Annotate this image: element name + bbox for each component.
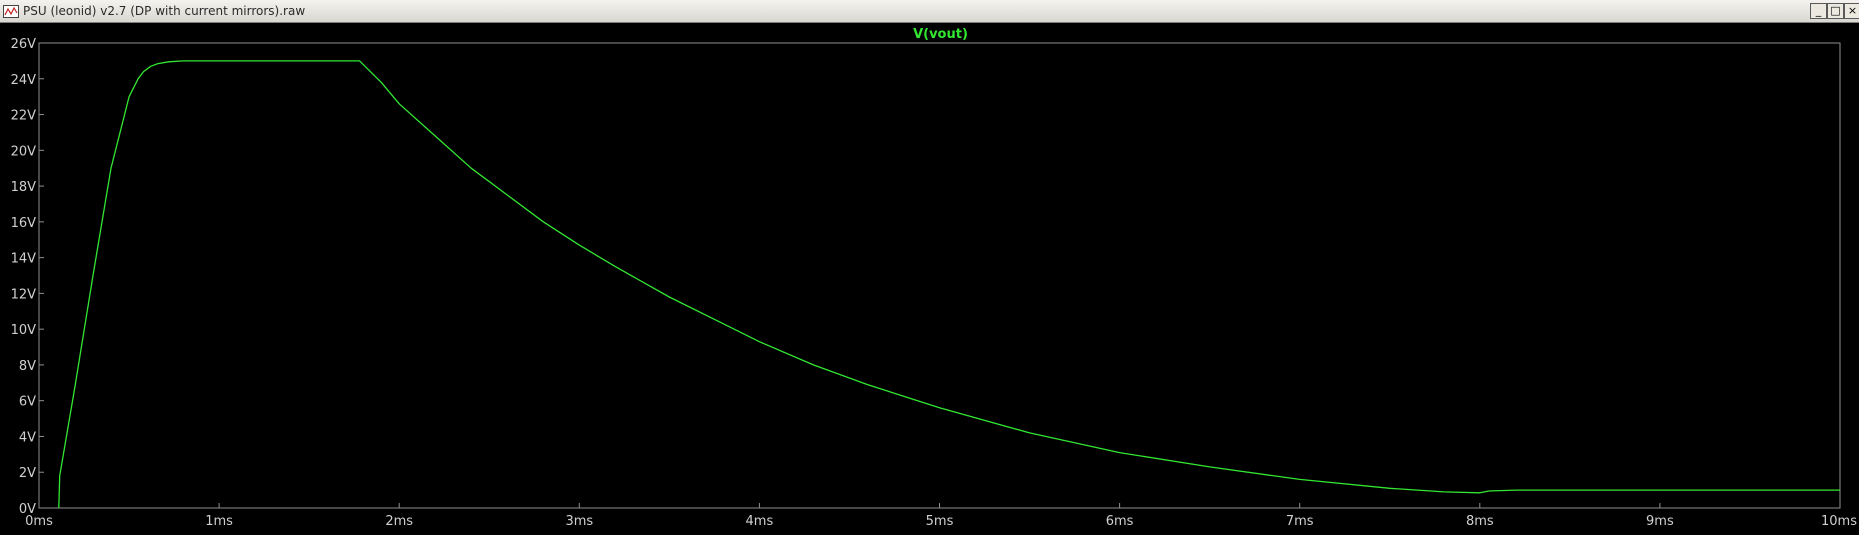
waveform-window: PSU (leonid) v2.7 (DP with current mirro… <box>0 0 1859 535</box>
x-tick-label: 5ms <box>926 514 954 529</box>
x-tick-label: 4ms <box>746 514 774 529</box>
maximize-button[interactable]: □ <box>1827 3 1844 19</box>
y-tick-label: 24V <box>11 73 37 88</box>
y-tick-label: 16V <box>11 216 37 231</box>
x-tick-label: 6ms <box>1106 514 1134 529</box>
x-tick-label: 1ms <box>205 514 233 529</box>
y-tick-label: 8V <box>19 359 36 374</box>
x-tick-label: 8ms <box>1466 514 1494 529</box>
y-tick-label: 6V <box>19 395 36 410</box>
y-tick-label: 26V <box>11 37 37 52</box>
x-tick-label: 2ms <box>385 514 413 529</box>
y-tick-label: 10V <box>11 323 37 338</box>
y-tick-label: 4V <box>19 430 36 445</box>
waveform-app-icon <box>3 5 19 18</box>
minimize-button[interactable]: _ <box>1810 3 1827 19</box>
y-tick-label: 18V <box>11 180 37 195</box>
x-tick-label: 7ms <box>1286 514 1314 529</box>
close-button[interactable]: × <box>1844 3 1859 19</box>
x-tick-label: 0ms <box>25 514 53 529</box>
y-tick-label: 22V <box>11 109 37 124</box>
title-bar[interactable]: PSU (leonid) v2.7 (DP with current mirro… <box>0 0 1859 23</box>
plot-area[interactable]: V(vout) 0V2V4V6V8V10V12V14V16V18V20V22V2… <box>0 23 1859 535</box>
y-tick-label: 12V <box>11 287 37 302</box>
x-tick-label: 9ms <box>1646 514 1674 529</box>
x-tick-label: 10ms <box>1821 514 1857 529</box>
x-tick-label: 3ms <box>565 514 593 529</box>
trace-title[interactable]: V(vout) <box>913 27 968 42</box>
plot-background <box>0 23 1859 535</box>
y-tick-label: 2V <box>19 466 36 481</box>
y-tick-label: 20V <box>11 144 37 159</box>
y-tick-label: 14V <box>11 252 37 267</box>
window-title: PSU (leonid) v2.7 (DP with current mirro… <box>23 4 306 18</box>
